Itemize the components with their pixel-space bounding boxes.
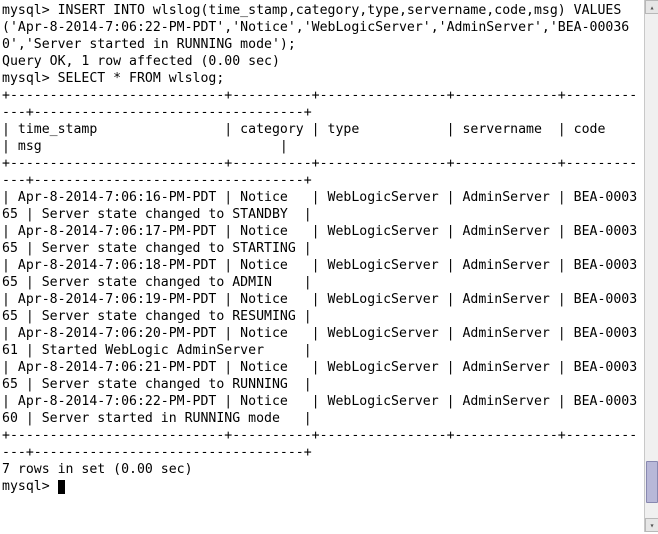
terminal-line: | Apr-8-2014-7:06:22-PM-PDT | Notice | W… <box>2 393 644 427</box>
scrollbar-thumb[interactable] <box>646 461 658 503</box>
scroll-down-button[interactable]: ▾ <box>645 518 658 532</box>
scrollbar-track[interactable]: ▴ ▾ <box>644 0 658 532</box>
terminal-line: +---------------------------+----------+… <box>2 427 644 461</box>
terminal-line: | Apr-8-2014-7:06:21-PM-PDT | Notice | W… <box>2 359 644 393</box>
terminal-output[interactable]: mysql> INSERT INTO wlslog(time_stamp,cat… <box>0 0 644 532</box>
cursor <box>58 480 65 494</box>
terminal-line: | Apr-8-2014-7:06:16-PM-PDT | Notice | W… <box>2 189 644 223</box>
terminal-line: mysql> INSERT INTO wlslog(time_stamp,cat… <box>2 2 644 53</box>
terminal-line: | Apr-8-2014-7:06:17-PM-PDT | Notice | W… <box>2 223 644 257</box>
terminal-line: 7 rows in set (0.00 sec) <box>2 461 644 478</box>
terminal-line: | Apr-8-2014-7:06:20-PM-PDT | Notice | W… <box>2 325 644 359</box>
scroll-up-button[interactable]: ▴ <box>645 0 658 14</box>
terminal-line: mysql> SELECT * FROM wlslog; <box>2 70 644 87</box>
terminal-line: | Apr-8-2014-7:06:19-PM-PDT | Notice | W… <box>2 291 644 325</box>
mysql-prompt: mysql> <box>2 479 58 494</box>
terminal-line: | Apr-8-2014-7:06:18-PM-PDT | Notice | W… <box>2 257 644 291</box>
terminal-line: | time_stamp | category | type | servern… <box>2 121 644 155</box>
terminal-line: +---------------------------+----------+… <box>2 155 644 189</box>
terminal-line: Query OK, 1 row affected (0.00 sec) <box>2 53 644 70</box>
chevron-up-icon: ▴ <box>650 0 655 16</box>
terminal-line: +---------------------------+----------+… <box>2 87 644 121</box>
chevron-down-icon: ▾ <box>650 517 655 534</box>
